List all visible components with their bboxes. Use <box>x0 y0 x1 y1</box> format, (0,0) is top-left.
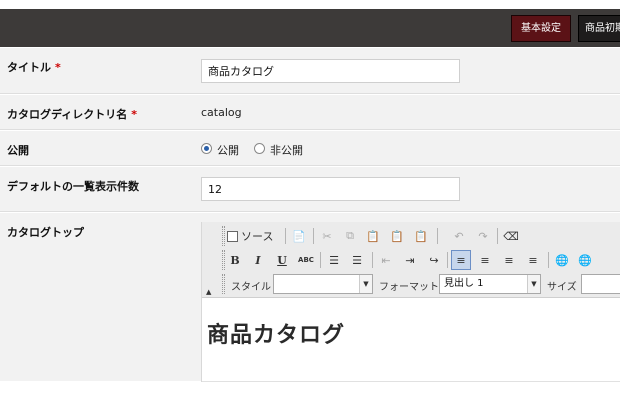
paste-word-icon[interactable]: 📋 <box>411 226 431 246</box>
per-page-row: デフォルトの一覧表示件数 <box>0 167 620 212</box>
undo-icon[interactable]: ↶ <box>449 226 469 246</box>
italic-icon[interactable]: I <box>248 250 268 270</box>
toolbar-separator <box>447 252 448 268</box>
publish-radio-private[interactable] <box>254 143 265 154</box>
style-label: スタイル <box>231 282 271 293</box>
dropdown-arrow-icon: ▼ <box>359 275 372 293</box>
bold-icon[interactable]: B <box>225 250 245 270</box>
copy-icon[interactable]: ⧉ <box>340 226 360 246</box>
toolbar-grip <box>222 274 225 294</box>
bulleted-list-icon[interactable]: ☰ <box>347 250 367 270</box>
title-row: タイトル * <box>0 48 620 94</box>
directory-label-text: カタログディレクトリ名 <box>7 108 128 121</box>
top-bar: 基本設定 商品初期 <box>0 9 620 47</box>
format-select[interactable]: 見出し 1 ▼ <box>439 274 541 294</box>
outdent-icon[interactable]: ⇤ <box>376 250 396 270</box>
toolbar-separator <box>372 252 373 268</box>
toolbar-separator <box>285 228 286 244</box>
toolbar-separator <box>320 252 321 268</box>
directory-value: catalog <box>201 106 242 119</box>
catalog-top-label-cell: カタログトップ <box>0 213 200 381</box>
per-page-input[interactable] <box>201 177 460 201</box>
toolbar-separator <box>313 228 314 244</box>
title-label-cell: タイトル * <box>0 48 200 93</box>
format-value: 見出し 1 <box>444 278 484 289</box>
toolbar-row-1: ソース 📄 ✂ ⧉ 📋 📋 📋 ↶ ↷ ⌫ <box>217 224 617 248</box>
title-input[interactable] <box>201 59 460 83</box>
templates-icon[interactable]: 📄 <box>289 226 309 246</box>
align-right-icon[interactable]: ≡ <box>499 250 519 270</box>
publish-label-cell: 公開 <box>0 131 200 165</box>
paste-icon[interactable]: 📋 <box>363 226 383 246</box>
catalog-top-label: カタログトップ <box>7 226 84 239</box>
unlink-icon[interactable]: 🌐 <box>575 250 595 270</box>
required-mark: * <box>131 108 137 121</box>
source-label: ソース <box>241 230 274 243</box>
title-label-text: タイトル <box>7 61 51 74</box>
blockquote-icon[interactable]: ↪ <box>424 250 444 270</box>
dropdown-arrow-icon: ▼ <box>527 275 540 293</box>
eraser-icon[interactable]: ⌫ <box>501 226 521 246</box>
editor-content-area[interactable]: 商品カタログ <box>202 299 620 382</box>
required-mark: * <box>55 61 61 74</box>
toolbar-grip <box>222 226 225 246</box>
directory-label: カタログディレクトリ名 * <box>7 106 137 122</box>
paste-text-icon[interactable]: 📋 <box>387 226 407 246</box>
toolbar-row-3: スタイル ▼ フォーマット 見出し 1 ▼ サイズ <box>217 272 620 296</box>
directory-label-cell: カタログディレクトリ名 * <box>0 95 200 129</box>
publish-option-public-label[interactable]: 公開 <box>217 142 239 158</box>
size-select[interactable] <box>581 274 620 294</box>
collapse-toolbar-icon[interactable]: ▲ <box>206 288 211 296</box>
source-icon <box>227 230 238 242</box>
link-icon[interactable]: 🌐 <box>552 250 572 270</box>
per-page-label-cell: デフォルトの一覧表示件数 <box>0 167 200 211</box>
title-label: タイトル * <box>7 59 61 75</box>
editor-toolbar: ソース 📄 ✂ ⧉ 📋 📋 📋 ↶ ↷ ⌫ B I U ABC ☰ ☰ ⇤ ⇥ … <box>202 222 620 298</box>
style-select[interactable]: ▼ <box>273 274 373 294</box>
tab-product-initial[interactable]: 商品初期 <box>578 15 620 42</box>
toolbar-separator <box>437 228 438 244</box>
underline-icon[interactable]: U <box>272 250 292 270</box>
directory-row: カタログディレクトリ名 * catalog <box>0 95 620 130</box>
numbered-list-icon[interactable]: ☰ <box>324 250 344 270</box>
align-left-icon[interactable]: ≡ <box>451 250 471 270</box>
indent-icon[interactable]: ⇥ <box>400 250 420 270</box>
cut-icon[interactable]: ✂ <box>317 226 337 246</box>
publish-option-private-label[interactable]: 非公開 <box>270 142 303 158</box>
size-label: サイズ <box>547 282 577 293</box>
strikethrough-icon[interactable]: ABC <box>296 250 316 270</box>
directory-value-cell <box>200 95 620 129</box>
tab-basic-settings[interactable]: 基本設定 <box>511 15 571 42</box>
publish-radio-public[interactable] <box>201 143 212 154</box>
toolbar-separator <box>548 252 549 268</box>
justify-icon[interactable]: ≡ <box>523 250 543 270</box>
publish-label: 公開 <box>7 144 29 157</box>
align-center-icon[interactable]: ≡ <box>475 250 495 270</box>
per-page-label: デフォルトの一覧表示件数 <box>7 180 139 193</box>
source-button[interactable]: ソース <box>227 226 273 246</box>
toolbar-row-2: B I U ABC ☰ ☰ ⇤ ⇥ ↪ ≡ ≡ ≡ ≡ 🌐 🌐 <box>217 248 617 272</box>
redo-icon[interactable]: ↷ <box>473 226 493 246</box>
rich-text-editor: ソース 📄 ✂ ⧉ 📋 📋 📋 ↶ ↷ ⌫ B I U ABC ☰ ☰ ⇤ ⇥ … <box>201 222 620 382</box>
format-label: フォーマット <box>379 282 439 293</box>
publish-row: 公開 公開 非公開 <box>0 131 620 166</box>
editor-heading[interactable]: 商品カタログ <box>207 317 345 349</box>
toolbar-separator <box>497 228 498 244</box>
